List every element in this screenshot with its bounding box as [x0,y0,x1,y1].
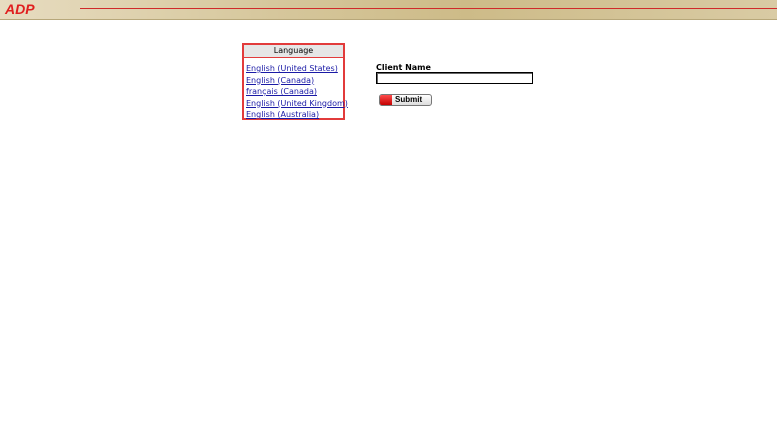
submit-button[interactable]: Submit [379,94,432,106]
submit-button-accent [380,95,392,105]
language-list-item: English (United States) [246,60,343,73]
svg-text:ADP: ADP [4,1,35,17]
submit-button-label: Submit [395,95,423,104]
language-panel-title: Language [244,45,343,58]
language-panel: Language English (United States) English… [242,43,348,120]
page: ADP Language English (United States) Eng… [0,0,777,423]
language-list-item: English (United Kingdom) [246,95,348,108]
language-list-item: English (Canada) [246,72,343,85]
language-link-en-au[interactable]: English (Australia) [246,110,319,119]
header-bar: ADP [0,0,777,20]
adp-logo: ADP [4,1,35,17]
client-name-label: Client Name [376,63,431,72]
language-list-item: français (Canada) [246,83,343,96]
language-list: English (United States) English (Canada)… [244,58,348,119]
header-rule [80,8,777,9]
client-name-input[interactable] [376,72,533,84]
